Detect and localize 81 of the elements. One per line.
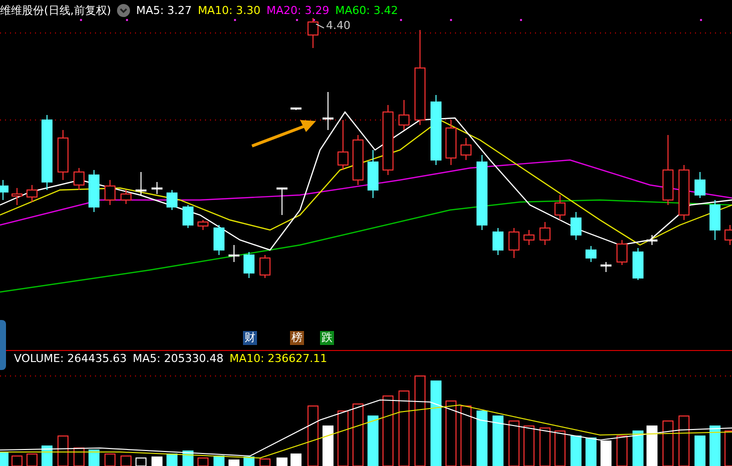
- volume-bar: [570, 436, 582, 466]
- side-tab[interactable]: [0, 320, 6, 370]
- candlestick: [586, 246, 596, 262]
- event-badge[interactable]: 财: [243, 331, 257, 345]
- volume-bar: [214, 456, 224, 466]
- candlestick: [12, 188, 22, 206]
- candlestick: [540, 222, 550, 246]
- volume-bar: [290, 454, 302, 466]
- candlestick: [600, 262, 612, 272]
- event-badge[interactable]: 跌: [320, 331, 334, 345]
- candlestick: [136, 172, 146, 196]
- ma-indicator: MA60: 3.42: [335, 4, 398, 16]
- candlestick: [198, 220, 208, 230]
- candlestick: [398, 100, 410, 130]
- candlestick: [322, 92, 334, 130]
- volume-bar: [710, 426, 720, 466]
- candlestick: [228, 244, 240, 262]
- candlestick: [446, 120, 456, 166]
- candlestick: [678, 164, 690, 220]
- candlestick: [152, 182, 162, 194]
- volume-indicator: MA5: 205330.48: [132, 352, 224, 364]
- max-price-label: 4.40: [326, 20, 350, 31]
- volume-bar: [166, 454, 178, 466]
- candlestick: [0, 180, 8, 200]
- volume-indicator: MA10: 236627.11: [229, 352, 328, 364]
- volume-bar: [88, 450, 100, 466]
- volume-bar: [632, 430, 644, 466]
- candlestick: [430, 94, 442, 166]
- candlestick: [338, 120, 348, 170]
- candlestick: [710, 200, 720, 240]
- candlestick: [616, 240, 628, 266]
- candlestick: [308, 18, 318, 48]
- leader-line: [316, 24, 324, 28]
- candlestick: [88, 170, 100, 212]
- candlestick: [120, 190, 132, 204]
- candlestick: [244, 252, 254, 278]
- candlestick: [290, 108, 302, 110]
- candlestick: [694, 172, 706, 198]
- candlestick: [492, 228, 504, 256]
- volume-bar: [322, 426, 334, 466]
- chevron-down-icon[interactable]: [117, 4, 130, 16]
- ma-indicator: MA10: 3.30: [198, 4, 261, 16]
- candlestick: [524, 230, 534, 246]
- candlestick: [382, 104, 394, 176]
- volume-bar: [586, 438, 596, 466]
- volume-bar: [600, 440, 612, 466]
- volume-bar: [646, 426, 658, 466]
- volume-bar: [152, 456, 162, 466]
- candlestick: [166, 190, 178, 210]
- ma-indicator: MA20: 3.29: [266, 4, 330, 16]
- volume-bar: [368, 416, 378, 466]
- candlestick: [554, 194, 566, 220]
- candlestick: [352, 134, 364, 186]
- volume-bar: [694, 436, 706, 466]
- candlestick: [58, 130, 68, 180]
- candlestick: [26, 184, 38, 202]
- arrow: [251, 120, 316, 148]
- volume-bar: [276, 458, 288, 466]
- volume-indicator: VOLUME: 264435.63: [14, 352, 127, 364]
- candlestick: [646, 234, 658, 246]
- volume-bar: [476, 410, 488, 466]
- candlestick: [632, 248, 644, 280]
- volume-bar: [492, 416, 504, 466]
- ma-indicator: MA5: 3.27: [136, 4, 192, 16]
- candlestick: [276, 188, 288, 216]
- candlestick: [460, 138, 472, 160]
- candlestick: [214, 224, 224, 256]
- volume-bar: [244, 456, 254, 466]
- chart-title: 维维股份(日线,前复权): [0, 4, 112, 16]
- volume-bar: [228, 460, 240, 466]
- candlestick: [104, 180, 116, 206]
- volume-bar: [42, 446, 52, 466]
- candlestick: [508, 228, 520, 258]
- candlestick: [662, 134, 674, 206]
- candlestick: [260, 254, 270, 278]
- event-badge[interactable]: 榜: [290, 331, 304, 345]
- candlestick: [368, 150, 378, 198]
- candlestick: [182, 204, 194, 228]
- volume-bar: [0, 452, 8, 466]
- candlestick: [74, 168, 84, 190]
- candlestick: [570, 212, 582, 240]
